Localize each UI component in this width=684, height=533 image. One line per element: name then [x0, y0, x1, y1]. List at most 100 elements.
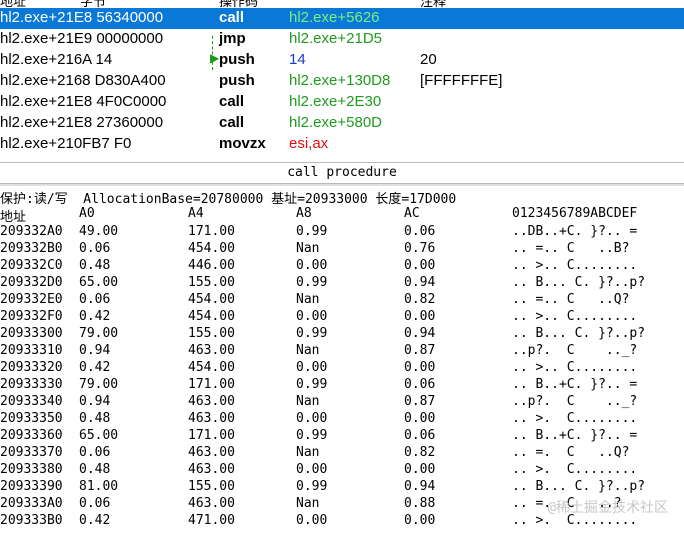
- memory-cell-ascii: ..p?. C .._?: [512, 394, 638, 409]
- memory-row[interactable]: 20933340 0.94 463.00 Nan 0.87 ..p?. C .._?: [0, 394, 684, 411]
- memory-cell-addr: 20933340: [0, 394, 63, 409]
- instruction-operand: esi,ax: [289, 135, 329, 152]
- memory-cell-ascii: .. =.. C ..B?: [512, 241, 630, 256]
- memory-cell-ac: 0.82: [404, 445, 436, 460]
- memory-cell-addr: 20933350: [0, 411, 63, 426]
- memory-cell-a4: 446.00: [188, 258, 235, 273]
- memory-cell-addr: 209333B0: [0, 513, 63, 528]
- memory-row[interactable]: 209332B0 0.06 454.00 Nan 0.76 .. =.. C ..B?: [0, 241, 684, 258]
- memory-cell-ascii: .. B... C. }?..p?: [512, 326, 646, 341]
- disasm-row[interactable]: hl2.exe+21E8 4F0C0000 call hl2.exe+2E30: [0, 92, 684, 113]
- memory-cell-ascii: .. >. C........: [512, 411, 638, 426]
- disasm-row[interactable]: hl2.exe+210FB7 F0 movzx esi,ax: [0, 134, 684, 155]
- instruction-operand: hl2.exe+5626: [289, 9, 380, 26]
- memory-row[interactable]: 209332E0 0.06 454.00 Nan 0.82 .. =.. C ..Q?: [0, 292, 684, 309]
- memory-row[interactable]: 20933390 81.00 155.00 0.99 0.94 .. B... C. }?…: [0, 479, 684, 496]
- memory-row[interactable]: 20933360 65.00 171.00 0.99 0.06 .. B..+C. }?.…: [0, 428, 684, 445]
- instruction-comment: [FFFFFFFE]: [420, 72, 503, 89]
- memory-cell-a0: 0.42: [79, 513, 111, 528]
- memory-dump-view[interactable]: 保护:读/写 AllocationBase=20780000 基址=209330…: [0, 186, 684, 533]
- disasm-row[interactable]: ▶ hl2.exe+216A 14 push 14 20: [0, 50, 684, 71]
- memory-cell-addr: 20933320: [0, 360, 63, 375]
- instruction-address: hl2.exe+210FB7 F0: [0, 135, 132, 152]
- memory-cell-ascii: .. >. C........: [512, 462, 638, 477]
- memory-cell-a0: 0.42: [79, 360, 111, 375]
- instruction-address: hl2.exe+21E8 4F0C0000: [0, 93, 167, 110]
- disassembly-view[interactable]: 地址 字节 操作码 注释 hl2.exe+21E8 56340000 call …: [0, 0, 684, 162]
- memory-cell-a0: 79.00: [79, 326, 119, 341]
- memory-row[interactable]: 209332D0 65.00 155.00 0.99 0.94 .. B... C. }?…: [0, 275, 684, 292]
- instruction-operand: hl2.exe+580D: [289, 114, 382, 131]
- memory-row[interactable]: 209332F0 0.42 454.00 0.00 0.00 .. >.. C......…: [0, 309, 684, 326]
- instruction-mnemonic: movzx: [219, 135, 266, 152]
- memory-row[interactable]: 20933310 0.94 463.00 Nan 0.87 ..p?. C .._?: [0, 343, 684, 360]
- instruction-description-bar: call procedure: [0, 162, 684, 184]
- memory-cell-ascii: .. B... C. }?..p?: [512, 275, 646, 290]
- memory-row[interactable]: 209332C0 0.48 446.00 0.00 0.00 .. >.. C......…: [0, 258, 684, 275]
- memory-cell-a4: 454.00: [188, 309, 235, 324]
- memory-cell-ascii: ..p?. C .._?: [512, 343, 638, 358]
- memory-cell-addr: 20933310: [0, 343, 63, 358]
- instruction-mnemonic: call: [219, 114, 245, 131]
- memory-cell-a8: Nan: [296, 394, 320, 409]
- memory-cell-addr: 20933390: [0, 479, 63, 494]
- memory-cell-a4: 454.00: [188, 360, 235, 375]
- memory-cell-a0: 0.94: [79, 394, 111, 409]
- memory-cell-a8: 0.99: [296, 326, 328, 341]
- memory-cell-a8: 0.00: [296, 462, 328, 477]
- memory-cell-a8: 0.00: [296, 258, 328, 273]
- jump-line: [212, 36, 214, 70]
- instruction-mnemonic: push: [219, 72, 255, 89]
- memory-region-info: 保护:读/写 AllocationBase=20780000 基址=209330…: [0, 192, 457, 207]
- memory-row[interactable]: 209332A0 49.00 171.00 0.99 0.06 ..DB..+C. }?.…: [0, 224, 684, 241]
- memory-row[interactable]: 20933300 79.00 155.00 0.99 0.94 .. B... C. }?…: [0, 326, 684, 343]
- watermark: @稀土掘金技术社区: [547, 500, 668, 516]
- memory-cell-a4: 454.00: [188, 292, 235, 307]
- column-header-address[interactable]: 地址: [0, 206, 26, 225]
- memory-cell-a0: 0.94: [79, 343, 111, 358]
- memory-row[interactable]: 20933320 0.42 454.00 0.00 0.00 .. >.. C......…: [0, 360, 684, 377]
- memory-cell-ascii: .. =. C ..Q?: [512, 445, 630, 460]
- memory-row[interactable]: 20933380 0.48 463.00 0.00 0.00 .. >. C.......…: [0, 462, 684, 479]
- disasm-row[interactable]: hl2.exe+21E9 00000000 jmp hl2.exe+21D5: [0, 29, 684, 50]
- column-header-ac[interactable]: AC: [404, 206, 420, 221]
- memory-cell-ac: 0.06: [404, 377, 436, 392]
- memory-cell-a8: 0.99: [296, 377, 328, 392]
- column-header-a4[interactable]: A4: [188, 206, 204, 221]
- memory-cell-ac: 0.00: [404, 309, 436, 324]
- column-header-ascii[interactable]: 0123456789ABCDEF: [512, 206, 637, 221]
- memory-cell-a4: 463.00: [188, 462, 235, 477]
- memory-row[interactable]: 20933370 0.06 463.00 Nan 0.82 .. =. C ..Q?: [0, 445, 684, 462]
- instruction-mnemonic: call: [219, 93, 245, 110]
- instruction-operand: hl2.exe+21D5: [289, 30, 382, 47]
- memory-cell-a4: 454.00: [188, 241, 235, 256]
- memory-cell-a0: 81.00: [79, 479, 119, 494]
- memory-cell-a8: Nan: [296, 241, 320, 256]
- memory-cell-a8: Nan: [296, 292, 320, 307]
- memory-cell-ascii: .. >.. C........: [512, 360, 638, 375]
- disasm-row[interactable]: hl2.exe+2168 D830A400 push hl2.exe+130D8…: [0, 71, 684, 92]
- memory-cell-a0: 0.06: [79, 241, 111, 256]
- column-header-a0[interactable]: A0: [79, 206, 95, 221]
- memory-cell-a0: 0.06: [79, 292, 111, 307]
- memory-row[interactable]: 20933330 79.00 171.00 0.99 0.06 .. B..+C. }?.…: [0, 377, 684, 394]
- memory-cell-a8: Nan: [296, 496, 320, 511]
- memory-cell-a4: 171.00: [188, 224, 235, 239]
- column-header-a8[interactable]: A8: [296, 206, 312, 221]
- instruction-address: hl2.exe+21E8 56340000: [0, 9, 164, 26]
- memory-cell-a8: Nan: [296, 445, 320, 460]
- disasm-row[interactable]: hl2.exe+21E8 27360000 call hl2.exe+580D: [0, 113, 684, 134]
- memory-cell-addr: 20933370: [0, 445, 63, 460]
- memory-row[interactable]: 20933350 0.48 463.00 0.00 0.00 .. >. C.......…: [0, 411, 684, 428]
- memory-cell-ac: 0.00: [404, 360, 436, 375]
- disasm-row[interactable]: hl2.exe+21E8 56340000 call hl2.exe+5626: [0, 8, 684, 29]
- memory-cell-a8: 0.00: [296, 309, 328, 324]
- memory-cell-ac: 0.94: [404, 275, 436, 290]
- memory-cell-ac: 0.06: [404, 428, 436, 443]
- memory-cell-ac: 0.00: [404, 411, 436, 426]
- memory-cell-a4: 463.00: [188, 394, 235, 409]
- memory-cell-a4: 463.00: [188, 411, 235, 426]
- memory-cell-a0: 65.00: [79, 275, 119, 290]
- memory-cell-a0: 65.00: [79, 428, 119, 443]
- memory-cell-addr: 209332A0: [0, 224, 63, 239]
